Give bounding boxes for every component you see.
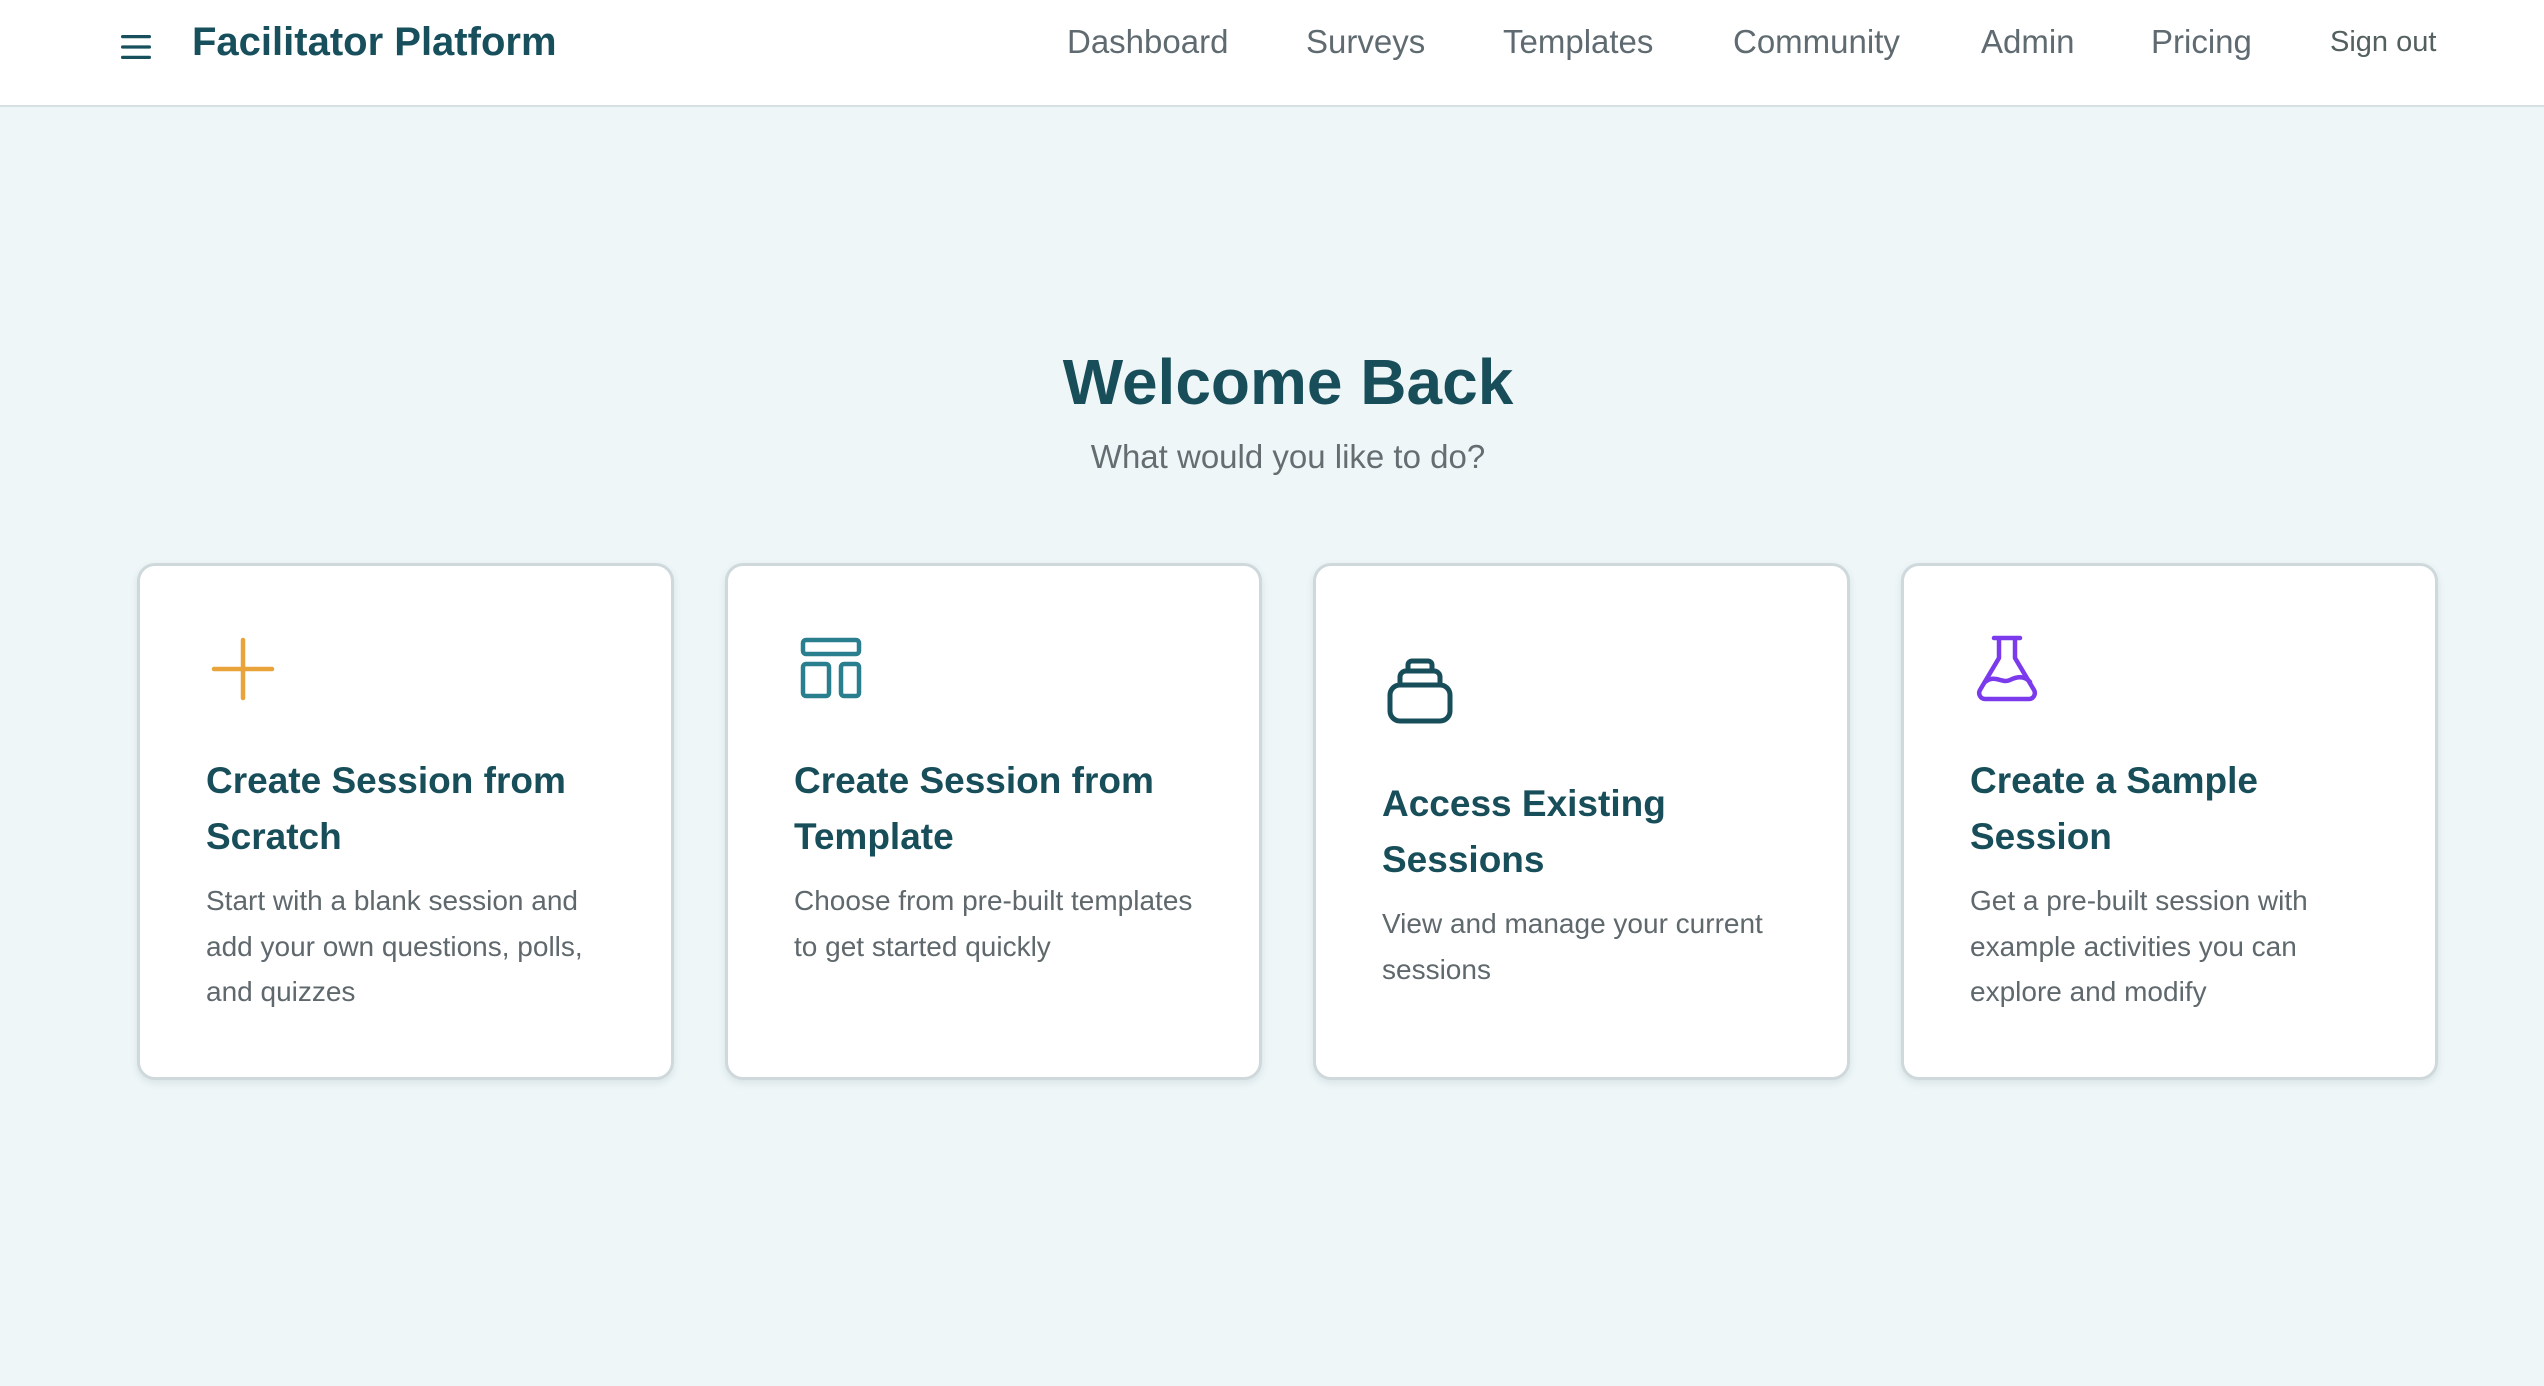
card-access-existing-sessions[interactable]: Access Existing Sessions View and manage… xyxy=(1313,563,1850,1080)
archive-icon xyxy=(1382,655,1456,729)
card-description: Get a pre-built session with example act… xyxy=(1970,885,2308,1007)
nav-dashboard[interactable]: Dashboard xyxy=(1067,16,1228,68)
card-create-from-scratch[interactable]: Create Session from Scratch Start with a… xyxy=(137,563,674,1080)
card-title: Create Session from Template xyxy=(794,760,1154,857)
plus-icon xyxy=(206,632,280,706)
nav-community[interactable]: Community xyxy=(1733,16,1900,68)
card-description: Choose from pre-built templates to get s… xyxy=(794,885,1193,962)
hamburger-menu-icon[interactable] xyxy=(116,27,156,67)
page-title: Welcome Back xyxy=(1062,346,1514,418)
sign-out-button[interactable]: Sign out xyxy=(2330,16,2436,68)
card-create-from-template[interactable]: Create Session from Template Choose from… xyxy=(725,563,1262,1080)
nav-admin[interactable]: Admin xyxy=(1981,16,2075,68)
nav-pricing[interactable]: Pricing xyxy=(2151,16,2252,68)
card-description: Start with a blank session and add your … xyxy=(206,885,583,1007)
card-title: Create Session from Scratch xyxy=(206,760,566,857)
card-create-sample-session[interactable]: Create a Sample Session Get a pre-built … xyxy=(1901,563,2438,1080)
page-subtitle: What would you like to do? xyxy=(1090,438,1486,475)
app-title[interactable]: Facilitator Platform xyxy=(192,16,557,68)
top-navigation-bar: Facilitator Platform Dashboard Surveys T… xyxy=(0,0,2544,107)
card-title: Create a Sample Session xyxy=(1970,760,2258,857)
nav-surveys[interactable]: Surveys xyxy=(1306,16,1425,68)
card-description: View and manage your current sessions xyxy=(1382,908,1763,985)
template-icon xyxy=(794,632,868,706)
nav-templates[interactable]: Templates xyxy=(1503,16,1653,68)
flask-icon xyxy=(1970,632,2044,706)
card-title: Access Existing Sessions xyxy=(1382,783,1666,880)
